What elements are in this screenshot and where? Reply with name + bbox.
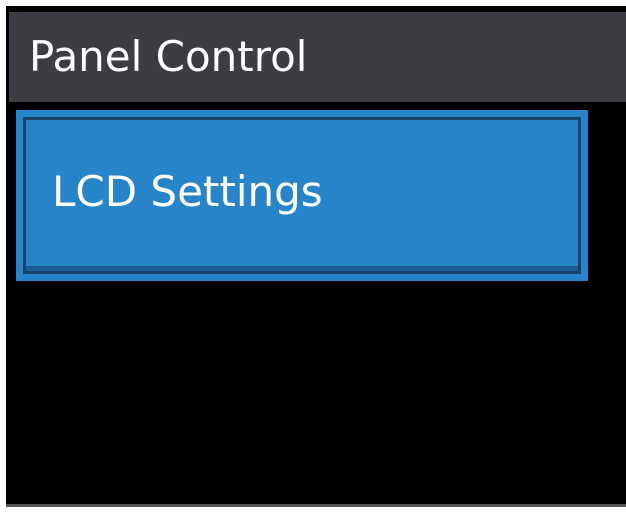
title-bar: Panel Control [9,12,626,102]
menu-item-label: LCD Settings [52,167,323,216]
panel-screen: Panel Control LCD Settings [6,6,626,507]
menu-item-lcd-settings[interactable]: LCD Settings [16,110,588,281]
device-frame: Panel Control LCD Settings [0,0,626,513]
page-title: Panel Control [29,32,308,81]
bottom-divider [6,504,626,507]
